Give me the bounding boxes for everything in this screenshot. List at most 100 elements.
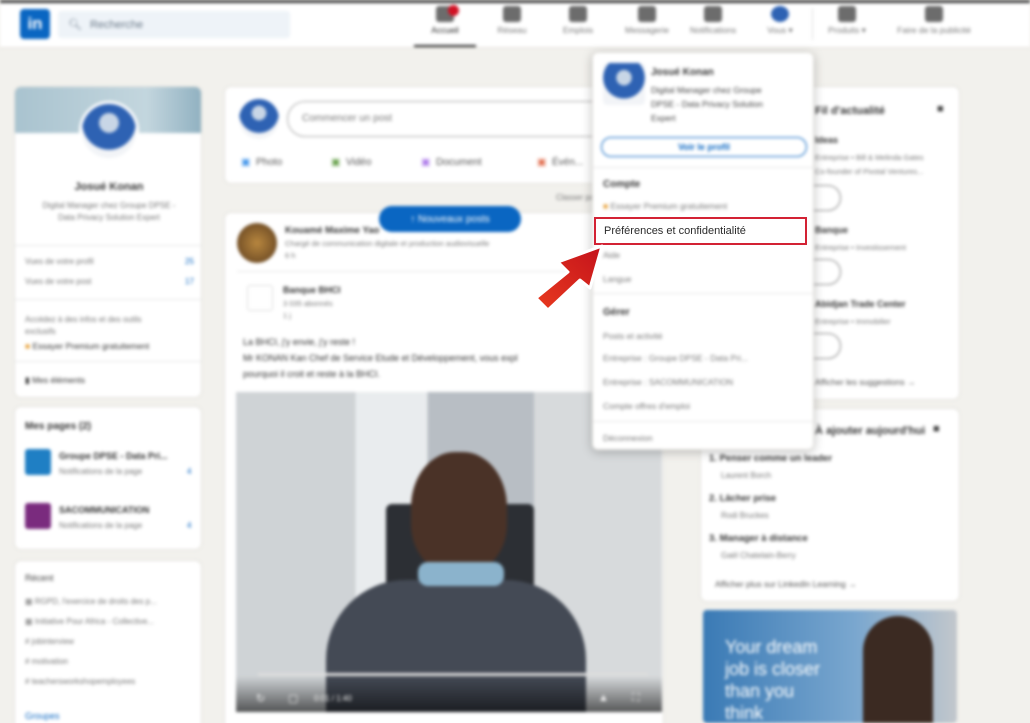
nav-notifications[interactable]: Notifications [678,6,748,35]
nav-advertise[interactable]: Faire de la publicité [892,6,976,35]
shared-time: 1 j [283,311,291,320]
fullscreen-icon[interactable]: ⛶ [632,692,640,705]
nav-me[interactable]: Vous ▾ [745,6,815,36]
premium-pitch-2: exclusifs [25,327,56,336]
menu-avatar [603,63,645,105]
premium-pitch-1: Accédez à des infos et des outils [25,315,142,324]
recent-item[interactable]: ▦ RGPD, l'exercice de droits des p... [25,597,157,606]
event-button[interactable]: ▣ Évén... [537,157,583,168]
new-posts-button[interactable]: ↑ Nouveaux posts [379,206,521,232]
post-author-name[interactable]: Kouamé Maxime Yao [285,225,379,236]
search-box[interactable]: 🔍︎ Recherche [58,11,290,38]
post-author-headline: Chargé de communication digitale et prod… [285,239,490,248]
saved-items-link[interactable]: ▮ Mes éléments [25,375,85,386]
pip-icon[interactable]: ▢ [288,692,298,705]
profile-avatar[interactable] [79,101,139,161]
nav-products[interactable]: Produits ▾ [812,6,882,36]
news-item-name[interactable]: Abidjan Trade Center [815,299,906,309]
course-title[interactable]: 3. Manager à distance [709,533,808,544]
post-views-label[interactable]: Vues de votre post [25,277,91,286]
news-title: Fil d'actualité [815,105,885,117]
sign-out-menu-item[interactable]: Déconnexion [603,433,653,443]
composer-avatar [239,99,279,139]
course-title[interactable]: 1. Penser comme un leader [709,453,832,464]
top-navigation-bar: in 🔍︎ Recherche Accueil Réseau Emplois M… [0,0,1030,48]
page-logo [25,449,51,475]
post-text-line: pourquoi il croit et reste à la BHCI. [243,369,381,379]
replay-icon[interactable]: ↻ [256,692,265,705]
info-icon[interactable]: ■ [933,423,940,435]
divider [15,361,201,362]
account-section-title: Compte [603,179,641,190]
video-controls: ↻ ▢ 0:01 / 1:40 ▲ ⛶ [236,676,662,712]
page-notifications: Notifications de la page [59,467,143,476]
page-notifications: Notifications de la page [59,521,143,530]
profile-card: Josué Konan Digital Manager chez Groupe … [14,86,202,398]
network-icon [503,6,521,22]
profile-headline-1: Digital Manager chez Groupe DPSE - [42,201,176,210]
job-posting-menu-item[interactable]: Compte offres d'emploi [603,401,690,411]
shared-author-logo [247,285,273,311]
recent-item[interactable]: # motivation [25,657,68,666]
grid-icon [838,6,856,22]
company-page-menu-item[interactable]: Entreprise : Groupe DPSE - Data Pri... [603,353,748,363]
profile-views-count: 25 [185,257,194,266]
news-item-sub: Entreprise • Investissement [815,243,906,252]
my-pages-title: Mes pages (2) [25,421,92,432]
nav-home[interactable]: Accueil [410,5,480,47]
nav-jobs[interactable]: Emplois [543,6,613,35]
profile-name[interactable]: Josué Konan [15,181,201,193]
ad-icon [925,6,943,22]
search-placeholder: Recherche [89,18,144,31]
shared-author-followers: 3 035 abonnés [283,299,333,308]
pointer-arrow-icon [534,244,604,312]
nav-network[interactable]: Réseau [477,6,547,35]
document-icon: ▣ [421,157,431,168]
page-logo [25,503,51,529]
company-page-menu-item[interactable]: Entreprise : SACOMMUNICATION [603,377,733,387]
groups-link[interactable]: Groupes [25,711,60,721]
news-item-sub: Entreprise • Immobilier [815,317,891,326]
page-notification-count: 4 [187,467,192,476]
premium-link[interactable]: ■ Essayer Premium gratuitement [25,341,149,351]
news-item-name[interactable]: Ideas [815,135,838,145]
view-profile-button[interactable]: Voir le profil [601,137,807,157]
menu-name[interactable]: Josué Konan [651,67,714,78]
page-name[interactable]: Groupe DPSE - Data Pri... [59,451,168,461]
page-name[interactable]: SACOMMUNICATION [59,505,149,515]
video-icon: ▣ [331,157,341,168]
notification-badge [448,5,459,16]
shared-author-name[interactable]: Banque BHCI [283,285,341,295]
sort-by-label[interactable]: Classer par [556,193,597,202]
divider [15,245,201,246]
linkedin-logo[interactable]: in [20,9,50,39]
learning-title: À ajouter aujourd'hui [815,425,926,437]
news-item-name[interactable]: Banque [815,225,848,235]
photo-button[interactable]: ▣ Photo [241,157,282,168]
blurred-linkedin-page: in 🔍︎ Recherche Accueil Réseau Emplois M… [0,0,1030,723]
profile-views-label[interactable]: Vues de votre profil [25,257,94,266]
info-icon[interactable]: ■ [937,103,944,115]
nav-messaging[interactable]: Messagerie [612,6,682,35]
premium-menu-item[interactable]: ■ Essayer Premium gratuitement [603,201,727,211]
avatar [771,6,789,22]
posts-activity-menu-item[interactable]: Posts et activité [603,331,663,341]
recent-item[interactable]: ▦ Initiative Pour Africa - Collective... [25,617,154,626]
course-title[interactable]: 2. Lâcher prise [709,493,776,504]
video-button[interactable]: ▣ Vidéo [331,157,371,168]
divider [15,299,201,300]
promo-banner[interactable]: Your dream job is closer than you think [703,610,957,723]
photo-icon: ▣ [241,157,251,168]
document-button[interactable]: ▣ Document [421,157,482,168]
volume-icon[interactable]: ▲ [598,692,609,704]
learning-more-link[interactable]: Afficher plus sur LinkedIn Learning → [715,579,857,589]
page-notification-count: 4 [187,521,192,530]
my-pages-card: Mes pages (2) Groupe DPSE - Data Pri... … [14,406,202,550]
post-author-avatar[interactable] [237,223,277,263]
preferences-privacy-label: Préférences et confidentialité [604,225,746,237]
show-suggestions-link[interactable]: Afficher les suggestions → [815,377,915,387]
course-author: Laurent Borch [721,471,772,480]
recent-title: Récent [25,573,54,583]
recent-item[interactable]: # teachersworkshopemployees [25,677,135,686]
recent-item[interactable]: # jobinterview [25,637,74,646]
